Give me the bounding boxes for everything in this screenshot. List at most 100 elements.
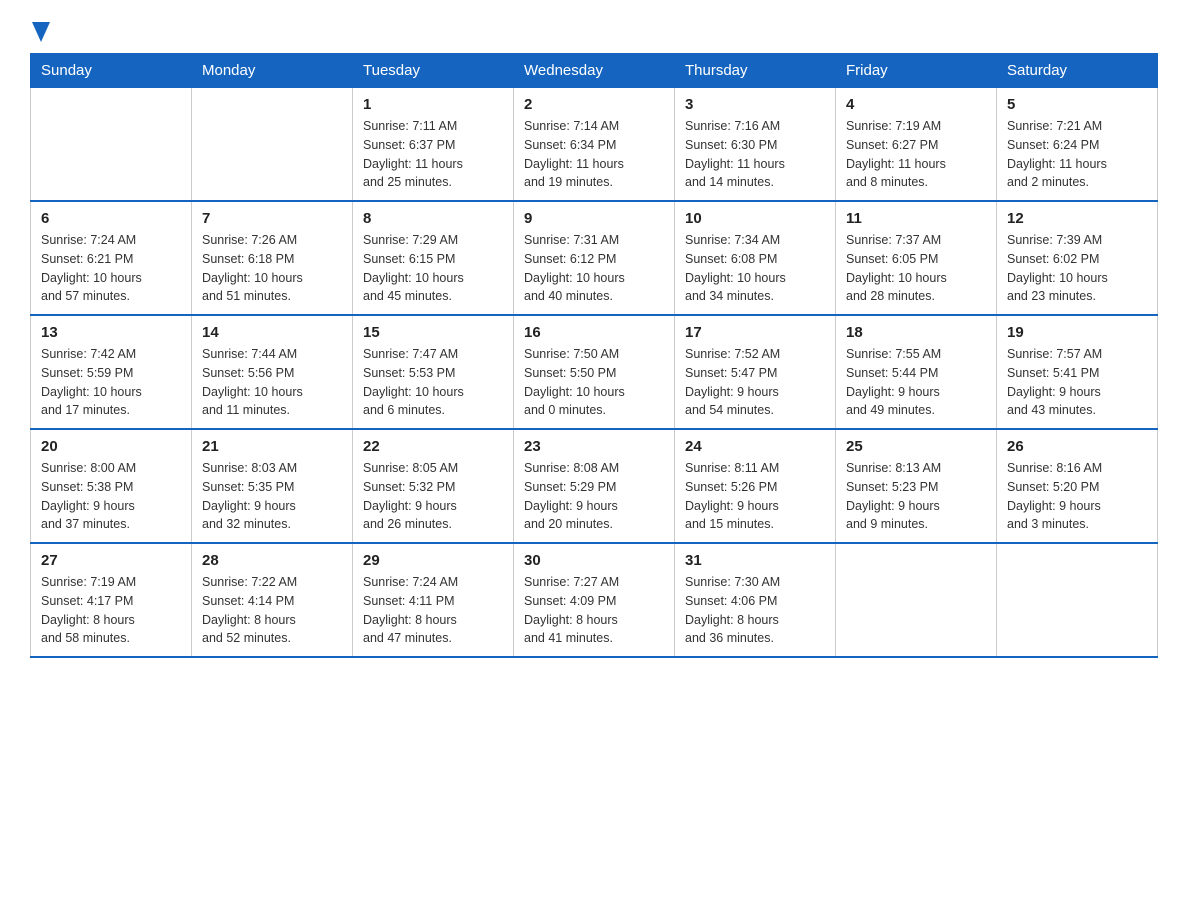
- day-info: Sunrise: 7:39 AM Sunset: 6:02 PM Dayligh…: [1007, 231, 1147, 306]
- calendar-day-header: Tuesday: [353, 54, 514, 88]
- calendar-cell: 19 Sunrise: 7:57 AM Sunset: 5:41 PM Dayli…: [997, 315, 1158, 429]
- calendar-cell: 13 Sunrise: 7:42 AM Sunset: 5:59 PM Dayli…: [31, 315, 192, 429]
- day-info: Sunrise: 8:00 AM Sunset: 5:38 PM Dayligh…: [41, 459, 181, 534]
- calendar-week-row: 6Sunrise: 7:24 AM Sunset: 6:21 PM Daylig…: [31, 201, 1158, 315]
- logo-arrow-icon: [32, 22, 50, 42]
- logo: [30, 20, 50, 43]
- calendar-header-row: SundayMondayTuesdayWednesdayThursdayFrid…: [31, 54, 1158, 88]
- calendar-week-row: 20 Sunrise: 8:00 AM Sunset: 5:38 PM Dayli…: [31, 429, 1158, 543]
- calendar-cell: 3Sunrise: 7:16 AM Sunset: 6:30 PM Daylig…: [675, 88, 836, 202]
- calendar-day-header: Saturday: [997, 54, 1158, 88]
- calendar-cell: 7 Sunrise: 7:26 AM Sunset: 6:18 PM Daylig…: [192, 201, 353, 315]
- day-info: Sunrise: 7:26 AM Sunset: 6:18 PM Dayligh…: [202, 231, 342, 306]
- calendar-table: SundayMondayTuesdayWednesdayThursdayFrid…: [30, 53, 1158, 658]
- day-number: 24: [685, 438, 825, 455]
- day-info: Sunrise: 7:52 AM Sunset: 5:47 PM Dayligh…: [685, 345, 825, 420]
- day-info: Sunrise: 7:24 AM Sunset: 4:11 PM Dayligh…: [363, 573, 503, 648]
- day-number: 19: [1007, 324, 1147, 341]
- day-number: 13: [41, 324, 181, 341]
- calendar-cell: 31Sunrise: 7:30 AM Sunset: 4:06 PM Dayli…: [675, 543, 836, 657]
- day-info: Sunrise: 7:11 AM Sunset: 6:37 PM Dayligh…: [363, 117, 503, 192]
- calendar-cell: 28 Sunrise: 7:22 AM Sunset: 4:14 PM Dayli…: [192, 543, 353, 657]
- header: [30, 20, 1158, 43]
- calendar-day-header: Thursday: [675, 54, 836, 88]
- day-info: Sunrise: 7:21 AM Sunset: 6:24 PM Dayligh…: [1007, 117, 1147, 192]
- day-number: 30: [524, 552, 664, 569]
- day-number: 12: [1007, 210, 1147, 227]
- day-info: Sunrise: 7:19 AM Sunset: 6:27 PM Dayligh…: [846, 117, 986, 192]
- day-number: 7: [202, 210, 342, 227]
- calendar-cell: 1 Sunrise: 7:11 AM Sunset: 6:37 PM Daylig…: [353, 88, 514, 202]
- day-info: Sunrise: 7:22 AM Sunset: 4:14 PM Dayligh…: [202, 573, 342, 648]
- day-info: Sunrise: 8:13 AM Sunset: 5:23 PM Dayligh…: [846, 459, 986, 534]
- day-info: Sunrise: 7:37 AM Sunset: 6:05 PM Dayligh…: [846, 231, 986, 306]
- calendar-cell: 5 Sunrise: 7:21 AM Sunset: 6:24 PM Daylig…: [997, 88, 1158, 202]
- calendar-cell: 10Sunrise: 7:34 AM Sunset: 6:08 PM Dayli…: [675, 201, 836, 315]
- calendar-cell: 2 Sunrise: 7:14 AM Sunset: 6:34 PM Daylig…: [514, 88, 675, 202]
- day-number: 9: [524, 210, 664, 227]
- calendar-cell: 20 Sunrise: 8:00 AM Sunset: 5:38 PM Dayli…: [31, 429, 192, 543]
- day-info: Sunrise: 8:03 AM Sunset: 5:35 PM Dayligh…: [202, 459, 342, 534]
- day-info: Sunrise: 7:24 AM Sunset: 6:21 PM Dayligh…: [41, 231, 181, 306]
- day-number: 17: [685, 324, 825, 341]
- day-info: Sunrise: 7:57 AM Sunset: 5:41 PM Dayligh…: [1007, 345, 1147, 420]
- day-number: 23: [524, 438, 664, 455]
- calendar-cell: 11 Sunrise: 7:37 AM Sunset: 6:05 PM Dayli…: [836, 201, 997, 315]
- calendar-cell: 22Sunrise: 8:05 AM Sunset: 5:32 PM Dayli…: [353, 429, 514, 543]
- calendar-day-header: Friday: [836, 54, 997, 88]
- day-info: Sunrise: 7:50 AM Sunset: 5:50 PM Dayligh…: [524, 345, 664, 420]
- calendar-cell: 16 Sunrise: 7:50 AM Sunset: 5:50 PM Dayli…: [514, 315, 675, 429]
- calendar-cell: 26Sunrise: 8:16 AM Sunset: 5:20 PM Dayli…: [997, 429, 1158, 543]
- calendar-cell: 9Sunrise: 7:31 AM Sunset: 6:12 PM Daylig…: [514, 201, 675, 315]
- day-number: 28: [202, 552, 342, 569]
- calendar-cell: 29 Sunrise: 7:24 AM Sunset: 4:11 PM Dayli…: [353, 543, 514, 657]
- calendar-day-header: Wednesday: [514, 54, 675, 88]
- day-info: Sunrise: 7:47 AM Sunset: 5:53 PM Dayligh…: [363, 345, 503, 420]
- day-number: 5: [1007, 96, 1147, 113]
- day-number: 29: [363, 552, 503, 569]
- calendar-week-row: 13 Sunrise: 7:42 AM Sunset: 5:59 PM Dayli…: [31, 315, 1158, 429]
- day-number: 2: [524, 96, 664, 113]
- day-info: Sunrise: 7:16 AM Sunset: 6:30 PM Dayligh…: [685, 117, 825, 192]
- day-number: 16: [524, 324, 664, 341]
- calendar-cell: 24 Sunrise: 8:11 AM Sunset: 5:26 PM Dayli…: [675, 429, 836, 543]
- day-number: 8: [363, 210, 503, 227]
- day-number: 20: [41, 438, 181, 455]
- day-info: Sunrise: 7:44 AM Sunset: 5:56 PM Dayligh…: [202, 345, 342, 420]
- day-number: 14: [202, 324, 342, 341]
- calendar-week-row: 1 Sunrise: 7:11 AM Sunset: 6:37 PM Daylig…: [31, 88, 1158, 202]
- day-number: 31: [685, 552, 825, 569]
- calendar-cell: 23 Sunrise: 8:08 AM Sunset: 5:29 PM Dayli…: [514, 429, 675, 543]
- day-info: Sunrise: 7:42 AM Sunset: 5:59 PM Dayligh…: [41, 345, 181, 420]
- day-number: 4: [846, 96, 986, 113]
- calendar-cell: [836, 543, 997, 657]
- day-number: 21: [202, 438, 342, 455]
- calendar-day-header: Monday: [192, 54, 353, 88]
- calendar-week-row: 27Sunrise: 7:19 AM Sunset: 4:17 PM Dayli…: [31, 543, 1158, 657]
- calendar-cell: 14 Sunrise: 7:44 AM Sunset: 5:56 PM Dayli…: [192, 315, 353, 429]
- calendar-cell: [31, 88, 192, 202]
- day-info: Sunrise: 8:08 AM Sunset: 5:29 PM Dayligh…: [524, 459, 664, 534]
- day-info: Sunrise: 7:27 AM Sunset: 4:09 PM Dayligh…: [524, 573, 664, 648]
- day-number: 1: [363, 96, 503, 113]
- day-info: Sunrise: 7:55 AM Sunset: 5:44 PM Dayligh…: [846, 345, 986, 420]
- day-number: 15: [363, 324, 503, 341]
- day-info: Sunrise: 7:14 AM Sunset: 6:34 PM Dayligh…: [524, 117, 664, 192]
- day-number: 26: [1007, 438, 1147, 455]
- day-number: 11: [846, 210, 986, 227]
- day-info: Sunrise: 7:29 AM Sunset: 6:15 PM Dayligh…: [363, 231, 503, 306]
- day-info: Sunrise: 7:34 AM Sunset: 6:08 PM Dayligh…: [685, 231, 825, 306]
- calendar-cell: [997, 543, 1158, 657]
- calendar-cell: 25 Sunrise: 8:13 AM Sunset: 5:23 PM Dayli…: [836, 429, 997, 543]
- calendar-cell: 15 Sunrise: 7:47 AM Sunset: 5:53 PM Dayli…: [353, 315, 514, 429]
- calendar-day-header: Sunday: [31, 54, 192, 88]
- calendar-cell: 12 Sunrise: 7:39 AM Sunset: 6:02 PM Dayli…: [997, 201, 1158, 315]
- calendar-cell: [192, 88, 353, 202]
- day-number: 27: [41, 552, 181, 569]
- day-info: Sunrise: 8:11 AM Sunset: 5:26 PM Dayligh…: [685, 459, 825, 534]
- calendar-cell: 27Sunrise: 7:19 AM Sunset: 4:17 PM Dayli…: [31, 543, 192, 657]
- day-number: 18: [846, 324, 986, 341]
- day-info: Sunrise: 8:05 AM Sunset: 5:32 PM Dayligh…: [363, 459, 503, 534]
- day-number: 25: [846, 438, 986, 455]
- calendar-cell: 4 Sunrise: 7:19 AM Sunset: 6:27 PM Daylig…: [836, 88, 997, 202]
